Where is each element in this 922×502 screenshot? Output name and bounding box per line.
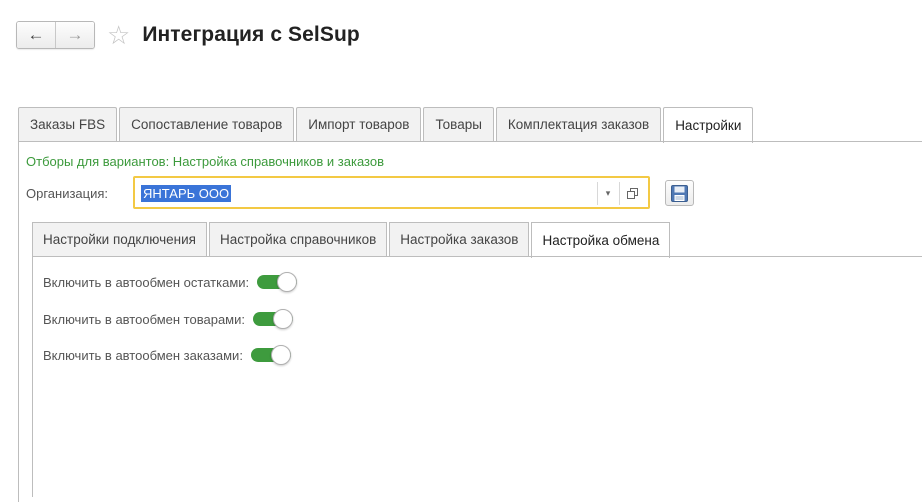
products-toggle[interactable] — [252, 309, 295, 329]
filters-link[interactable]: Отборы для вариантов: Настройка справочн… — [26, 154, 384, 169]
arrow-right-icon: → — [66, 25, 84, 44]
open-button[interactable] — [619, 182, 644, 205]
floppy-disk-icon — [671, 184, 688, 202]
header: ← → ☆ Интеграция с SelSup — [16, 20, 360, 50]
star-icon[interactable]: ☆ — [107, 22, 130, 48]
tab-product-matching[interactable]: Сопоставление товаров — [119, 107, 295, 141]
tab-product-import[interactable]: Импорт товаров — [296, 107, 422, 141]
forward-button[interactable]: → — [55, 22, 94, 48]
toggle-label-orders: Включить в автообмен заказами: — [43, 347, 243, 363]
stock-toggle[interactable] — [257, 272, 299, 292]
toggle-knob — [272, 309, 293, 329]
save-button[interactable] — [665, 180, 694, 206]
open-icon — [626, 188, 638, 199]
organization-field[interactable]: ЯНТАРЬ ООО ▾ — [133, 176, 650, 209]
back-button[interactable]: ← — [17, 22, 55, 48]
tab-connection-settings[interactable]: Настройки подключения — [32, 222, 207, 256]
chevron-down-icon: ▾ — [605, 188, 611, 198]
toggle-knob — [277, 272, 298, 292]
tab-fbs-orders[interactable]: Заказы FBS — [18, 107, 118, 141]
toggle-row-products: Включить в автообмен товарами: — [43, 308, 295, 330]
main-tabs: Заказы FBS Сопоставление товаров Импорт … — [18, 107, 755, 143]
organization-value[interactable]: ЯНТАРЬ ООО — [141, 185, 232, 202]
toggle-row-stock: Включить в автообмен остатками: — [43, 271, 299, 293]
arrow-left-icon: ← — [27, 25, 45, 44]
orders-toggle[interactable] — [250, 345, 293, 365]
tab-catalog-settings[interactable]: Настройка справочников — [208, 222, 388, 256]
toggle-row-orders: Включить в автообмен заказами: — [43, 344, 293, 366]
toggle-knob — [270, 345, 291, 365]
tab-exchange-settings[interactable]: Настройка обмена — [531, 222, 671, 258]
dropdown-button[interactable]: ▾ — [597, 182, 618, 205]
nav-buttons: ← → — [16, 21, 95, 49]
sub-tabs: Настройки подключения Настройка справочн… — [32, 222, 672, 258]
toggle-label-stock: Включить в автообмен остатками: — [43, 274, 250, 290]
tab-order-assembly[interactable]: Комплектация заказов — [495, 107, 662, 141]
tab-settings[interactable]: Настройки — [663, 107, 754, 143]
page-title: Интеграция с SelSup — [142, 23, 360, 46]
tab-order-settings[interactable]: Настройка заказов — [389, 222, 530, 256]
tab-products[interactable]: Товары — [423, 107, 494, 141]
toggle-label-products: Включить в автообмен товарами: — [43, 311, 245, 327]
organization-label: Организация: — [26, 186, 109, 201]
